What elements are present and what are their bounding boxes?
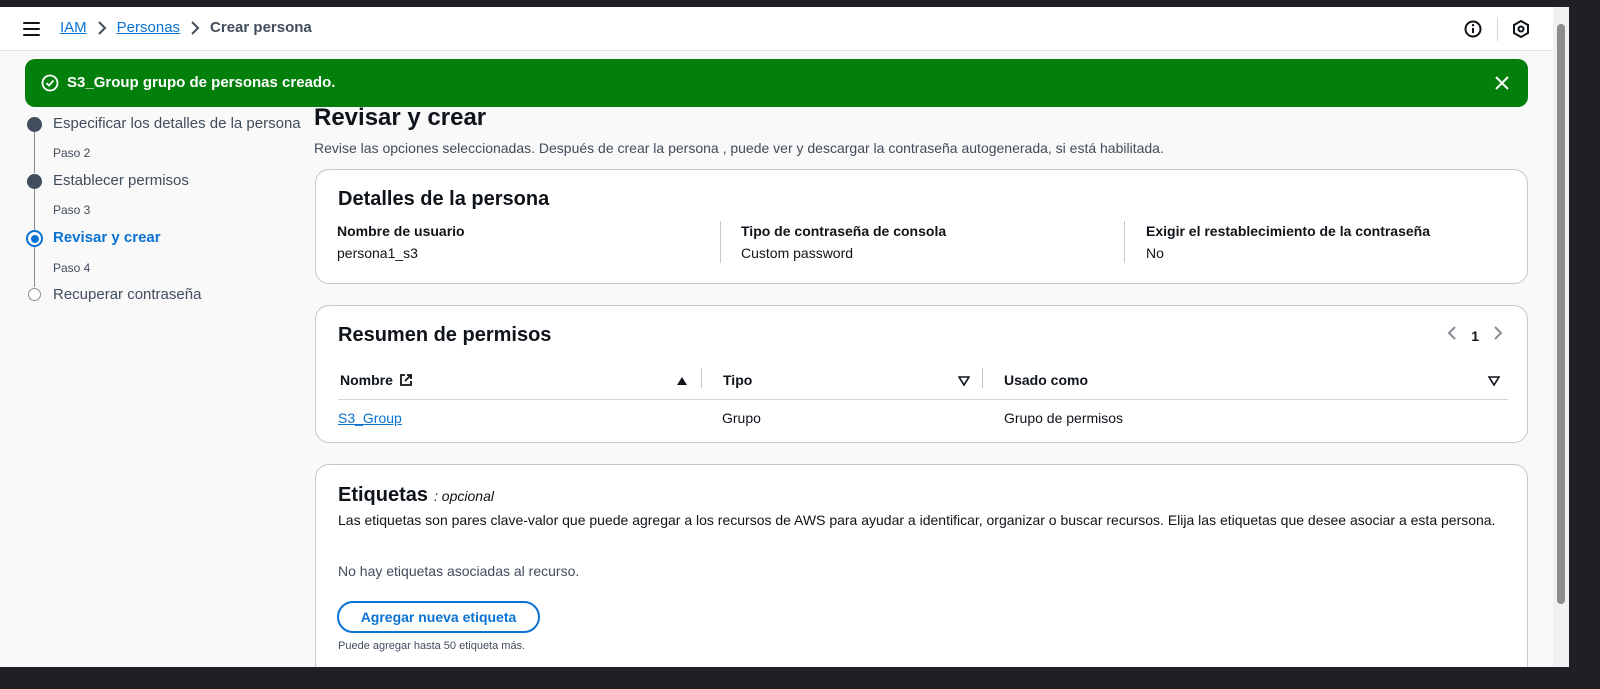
- person-details-card: Detalles de la persona Nombre de usuario…: [315, 169, 1528, 284]
- column-header-tipo[interactable]: Tipo: [723, 372, 752, 388]
- tags-description: Las etiquetas son pares clave-valor que …: [338, 512, 1496, 528]
- step-status-active-icon: [26, 230, 43, 247]
- step-status-done-icon: [27, 174, 42, 189]
- group-name-link[interactable]: S3_Group: [338, 410, 402, 426]
- table-header: Nombre Tipo Usado como: [338, 362, 1508, 400]
- username-key: Nombre de usuario: [337, 223, 465, 239]
- permissions-title: Resumen de permisos: [338, 324, 552, 346]
- step-connector: [34, 188, 35, 230]
- column-header-label: Nombre: [340, 372, 393, 388]
- row-used-as: Grupo de permisos: [1004, 410, 1124, 426]
- password-reset-field: Exigir el restablecimiento de la contras…: [1146, 223, 1526, 261]
- tags-empty-state: No hay etiquetas asociadas al recurso.: [338, 563, 580, 579]
- app-frame: IAM Personas Crear persona S3_Group grup…: [0, 7, 1553, 667]
- row-type: Grupo: [722, 410, 761, 426]
- chevron-left-icon[interactable]: [1447, 326, 1457, 345]
- close-icon[interactable]: [1493, 74, 1511, 92]
- window-bottom-edge: [0, 667, 1600, 689]
- password-reset-value: No: [1146, 245, 1164, 261]
- step-2-number: Paso 2: [53, 146, 91, 160]
- column-header-nombre[interactable]: Nombre: [340, 372, 413, 388]
- username-value: persona1_s3: [337, 245, 418, 261]
- password-type-key: Tipo de contraseña de consola: [741, 223, 947, 239]
- scrollbar-thumb[interactable]: [1557, 24, 1565, 604]
- breadcrumb: IAM Personas Crear persona: [60, 19, 312, 36]
- success-flash-banner: S3_Group grupo de personas creado.: [25, 59, 1528, 107]
- permissions-summary-card: Resumen de permisos 1 Nombre Tipo Usado …: [315, 305, 1528, 443]
- tags-limit-hint: Puede agregar hasta 50 etiqueta más.: [338, 640, 526, 652]
- username-field: Nombre de usuario persona1_s3: [337, 223, 717, 261]
- settings-hexagon-icon[interactable]: [1511, 19, 1531, 39]
- step-3-label: Revisar y crear: [53, 229, 161, 246]
- column-resizer[interactable]: [701, 368, 702, 388]
- tags-header: Etiquetas : opcional: [338, 484, 494, 507]
- top-navigation: IAM Personas Crear persona: [0, 7, 1553, 51]
- tags-card: Etiquetas : opcional Las etiquetas son p…: [315, 464, 1528, 667]
- step-3-number: Paso 3: [53, 203, 91, 217]
- step-1-label[interactable]: Especificar los detalles de la persona: [53, 115, 301, 132]
- column-divider: [720, 221, 721, 263]
- sort-descending-icon[interactable]: [1487, 374, 1501, 387]
- column-header-usado-como[interactable]: Usado como: [1004, 372, 1088, 388]
- step-connector: [34, 131, 35, 173]
- details-title: Detalles de la persona: [338, 188, 550, 210]
- step-connector: [34, 247, 35, 287]
- step-4-number: Paso 4: [53, 261, 91, 275]
- page-description: Revise las opciones seleccionadas. Despu…: [314, 140, 1164, 156]
- page-number[interactable]: 1: [1471, 328, 1479, 344]
- breadcrumb-current: Crear persona: [210, 19, 312, 36]
- add-tag-button[interactable]: Agregar nueva etiqueta: [337, 601, 540, 633]
- header-divider: [1497, 17, 1498, 41]
- column-divider: [1124, 221, 1125, 263]
- flash-message: S3_Group grupo de personas creado.: [67, 74, 336, 91]
- hamburger-menu-icon[interactable]: [23, 22, 40, 36]
- pagination: 1: [1447, 326, 1503, 345]
- sort-descending-icon[interactable]: [957, 374, 971, 387]
- step-status-pending-icon: [28, 288, 41, 301]
- chevron-right-icon: [190, 20, 200, 35]
- breadcrumb-personas[interactable]: Personas: [117, 19, 180, 36]
- chevron-right-icon: [97, 20, 107, 35]
- breadcrumb-iam[interactable]: IAM: [60, 19, 87, 36]
- password-type-value: Custom password: [741, 245, 854, 261]
- check-circle-icon: [41, 74, 59, 92]
- step-4-label: Recuperar contraseña: [53, 286, 202, 303]
- password-reset-key: Exigir el restablecimiento de la contras…: [1146, 223, 1430, 239]
- step-2-label[interactable]: Establecer permisos: [53, 172, 189, 189]
- info-icon[interactable]: [1463, 19, 1483, 39]
- chevron-right-icon[interactable]: [1493, 326, 1503, 345]
- tags-title: Etiquetas: [338, 484, 429, 506]
- password-type-field: Tipo de contraseña de consola Custom pas…: [741, 223, 1121, 261]
- column-resizer[interactable]: [982, 368, 983, 388]
- page-title: Revisar y crear: [314, 104, 487, 131]
- step-status-done-icon: [27, 117, 42, 132]
- sort-ascending-icon[interactable]: [676, 374, 688, 386]
- external-link-icon: [399, 373, 413, 387]
- tags-optional-label: : opcional: [434, 488, 494, 504]
